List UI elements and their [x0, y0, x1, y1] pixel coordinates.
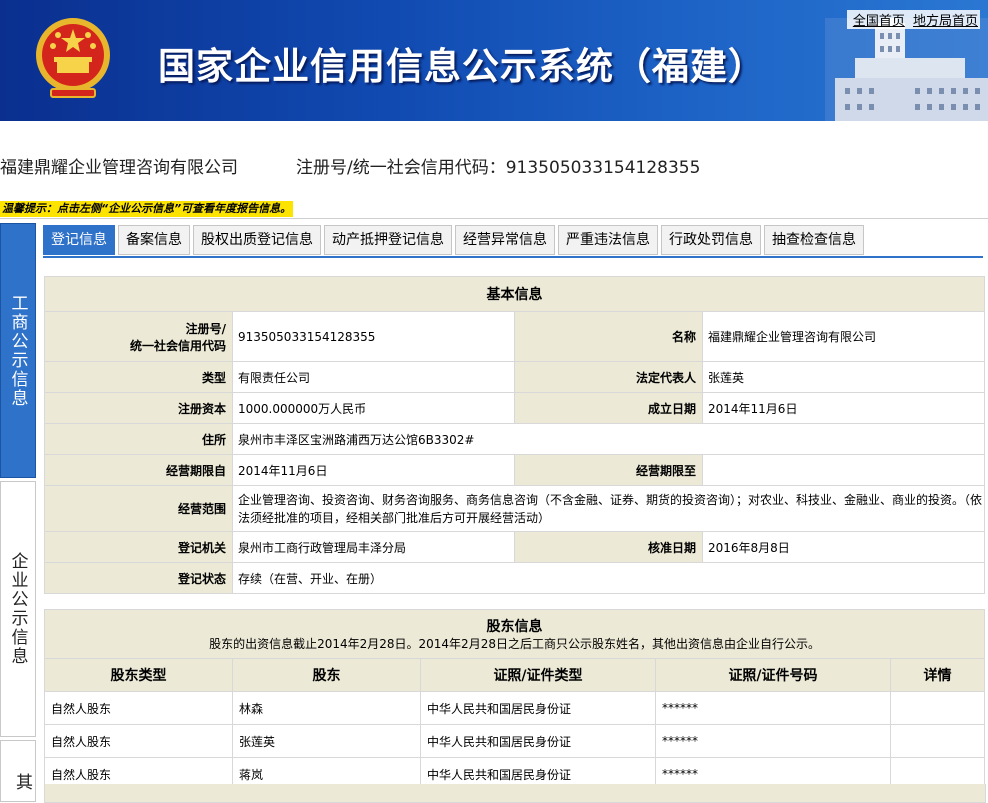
company-name: 福建鼎耀企业管理咨询有限公司: [0, 158, 238, 178]
reg-no-value: 913505033154128355: [232, 311, 515, 362]
basic-info-title: 基本信息: [44, 276, 985, 312]
term-from-value: 2014年11月6日: [232, 454, 515, 486]
est-date-value: 2014年11月6日: [702, 392, 985, 424]
col-id-number: 证照/证件号码: [655, 658, 891, 692]
term-to-label: 经营期限至: [514, 454, 703, 486]
authority-label: 登记机关: [44, 531, 233, 563]
approval-date-label: 核准日期: [514, 531, 703, 563]
tab-filing[interactable]: 备案信息: [118, 225, 190, 255]
sidebar-item-enterprise-publicity[interactable]: 企业公示信息: [0, 481, 36, 737]
detail-cell[interactable]: [889, 691, 986, 725]
tab-abnormal-operation[interactable]: 经营异常信息: [455, 225, 555, 255]
term-to-value: [702, 454, 985, 486]
id-number: ******: [655, 691, 891, 725]
shareholder-header: 股东信息 股东的出资信息截止2014年2月28日。2014年2月28日之后工商只…: [43, 609, 986, 659]
table-row: 自然人股东 张莲英 中华人民共和国居民身份证 ******: [44, 724, 986, 758]
capital-value: 1000.000000万人民币: [232, 392, 515, 424]
sidebar-item-business-publicity[interactable]: 工商公示信息: [0, 223, 36, 478]
holder-name: 林森: [232, 691, 421, 725]
tab-underline: [43, 256, 983, 258]
authority-value: 泉州市工商行政管理局丰泽分局: [232, 531, 515, 563]
capital-label: 注册资本: [44, 392, 233, 424]
tab-bar: 登记信息 备案信息 股权出质登记信息 动产抵押登记信息 经营异常信息 严重违法信…: [43, 225, 867, 255]
system-title: 国家企业信用信息公示系统（福建）: [158, 45, 766, 88]
divider: [0, 218, 988, 219]
reg-code: 913505033154128355: [505, 158, 701, 178]
est-date-label: 成立日期: [514, 392, 703, 424]
shareholder-table: 股东信息 股东的出资信息截止2014年2月28日。2014年2月28日之后工商只…: [43, 609, 986, 791]
scope-value: 企业管理咨询、投资咨询、财务咨询服务、商务信息咨询（不含金融、证券、期货的投资咨…: [232, 485, 985, 532]
reg-no-label: 注册号/统一社会信用代码: [44, 311, 233, 362]
id-type: 中华人民共和国居民身份证: [420, 724, 656, 758]
tip-banner: 温馨提示：点击左侧“企业公示信息”可查看年度报告信息。: [0, 201, 294, 217]
shareholder-title: 股东信息: [486, 619, 543, 635]
tab-administrative-penalty[interactable]: 行政处罚信息: [661, 225, 761, 255]
approval-date-value: 2016年8月8日: [702, 531, 985, 563]
detail-cell[interactable]: [889, 724, 986, 758]
holder-name: 张莲英: [232, 724, 421, 758]
tab-equity-pledge[interactable]: 股权出质登记信息: [193, 225, 321, 255]
address-label: 住所: [44, 423, 233, 455]
company-heading: 福建鼎耀企业管理咨询有限公司 注册号/统一社会信用代码：9135050331541…: [0, 153, 700, 178]
col-holder-type: 股东类型: [44, 658, 233, 692]
tab-registration[interactable]: 登记信息: [43, 225, 115, 255]
site-header: 国家企业信用信息公示系统（福建） 全国首页 地方局首页: [0, 0, 988, 121]
address-value: 泉州市丰泽区宝洲路浦西万达公馆6B3302#: [232, 423, 985, 455]
table-footer-band: [44, 784, 986, 803]
tab-serious-violation[interactable]: 严重违法信息: [558, 225, 658, 255]
government-building-icon: [825, 18, 988, 121]
col-id-type: 证照/证件类型: [420, 658, 656, 692]
local-home-link[interactable]: 地方局首页: [913, 14, 978, 29]
name-value: 福建鼎耀企业管理咨询有限公司: [702, 311, 985, 362]
holder-type: 自然人股东: [44, 691, 233, 725]
legal-rep-label: 法定代表人: [514, 361, 703, 393]
col-holder: 股东: [232, 658, 421, 692]
legal-rep-value: 张莲英: [702, 361, 985, 393]
status-value: 存续（在营、开业、在册）: [232, 562, 985, 594]
id-type: 中华人民共和国居民身份证: [420, 691, 656, 725]
tab-spot-check[interactable]: 抽查检查信息: [764, 225, 864, 255]
term-from-label: 经营期限自: [44, 454, 233, 486]
table-row: 自然人股东 林森 中华人民共和国居民身份证 ******: [44, 691, 986, 725]
basic-info-table: 基本信息 注册号/统一社会信用代码 913505033154128355 名称 …: [44, 276, 985, 594]
scope-label: 经营范围: [44, 485, 233, 532]
reg-code-label: 注册号/统一社会信用代码：: [296, 158, 506, 178]
id-number: ******: [655, 724, 891, 758]
shareholder-note: 股东的出资信息截止2014年2月28日。2014年2月28日之后工商只公示股东姓…: [209, 637, 820, 651]
tab-chattel-mortgage[interactable]: 动产抵押登记信息: [324, 225, 452, 255]
type-value: 有限责任公司: [232, 361, 515, 393]
type-label: 类型: [44, 361, 233, 393]
col-detail: 详情: [889, 658, 986, 692]
national-home-link[interactable]: 全国首页: [853, 14, 905, 29]
status-label: 登记状态: [44, 562, 233, 594]
national-emblem-icon: [36, 18, 110, 98]
holder-type: 自然人股东: [44, 724, 233, 758]
top-links: 全国首页 地方局首页: [846, 10, 980, 29]
sidebar-item-other[interactable]: 其: [0, 740, 36, 802]
name-label: 名称: [514, 311, 703, 362]
